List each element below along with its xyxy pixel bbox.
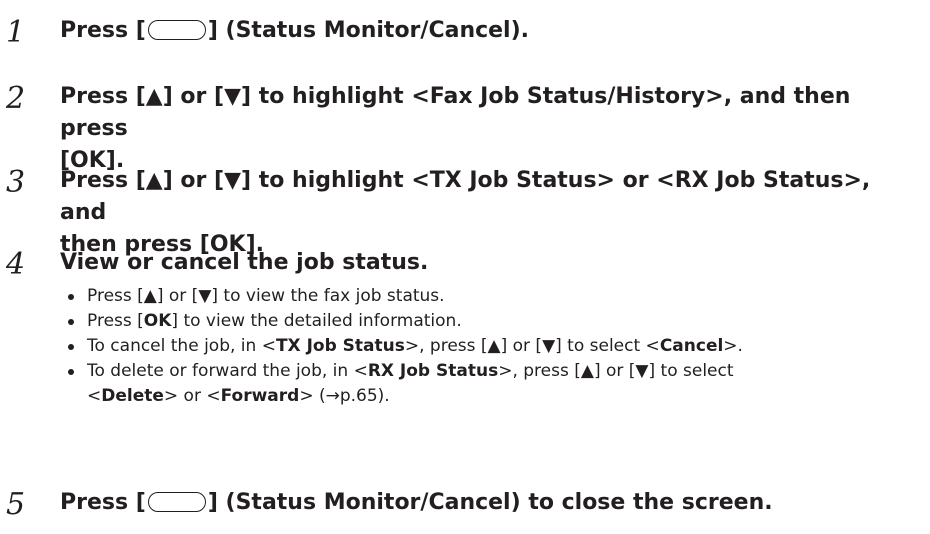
- step-number: 2: [6, 81, 26, 116]
- step-title: Press [] (Status Monitor/Cancel).: [60, 18, 530, 43]
- bullet-list: Press [▲] or [▼] to view the fax job sta…: [66, 284, 906, 409]
- list-item: Press [OK] to view the detailed informat…: [66, 309, 906, 334]
- list-item: Press [▲] or [▼] to view the fax job sta…: [66, 284, 906, 309]
- step-number: 3: [6, 165, 26, 200]
- list-item: To cancel the job, in <TX Job Status>, p…: [66, 334, 906, 359]
- step-title: View or cancel the job status.: [60, 250, 429, 275]
- step-number: 5: [6, 487, 26, 522]
- step-number: 1: [6, 15, 26, 50]
- step-title: Press [] (Status Monitor/Cancel) to clos…: [60, 490, 773, 515]
- step-number: 4: [6, 247, 26, 282]
- status-monitor-key-icon: [147, 20, 206, 40]
- list-item: To delete or forward the job, in <RX Job…: [66, 359, 906, 409]
- step-title: Press [▲] or [▼] to highlight <Fax Job S…: [60, 84, 851, 173]
- status-monitor-key-icon: [147, 492, 206, 512]
